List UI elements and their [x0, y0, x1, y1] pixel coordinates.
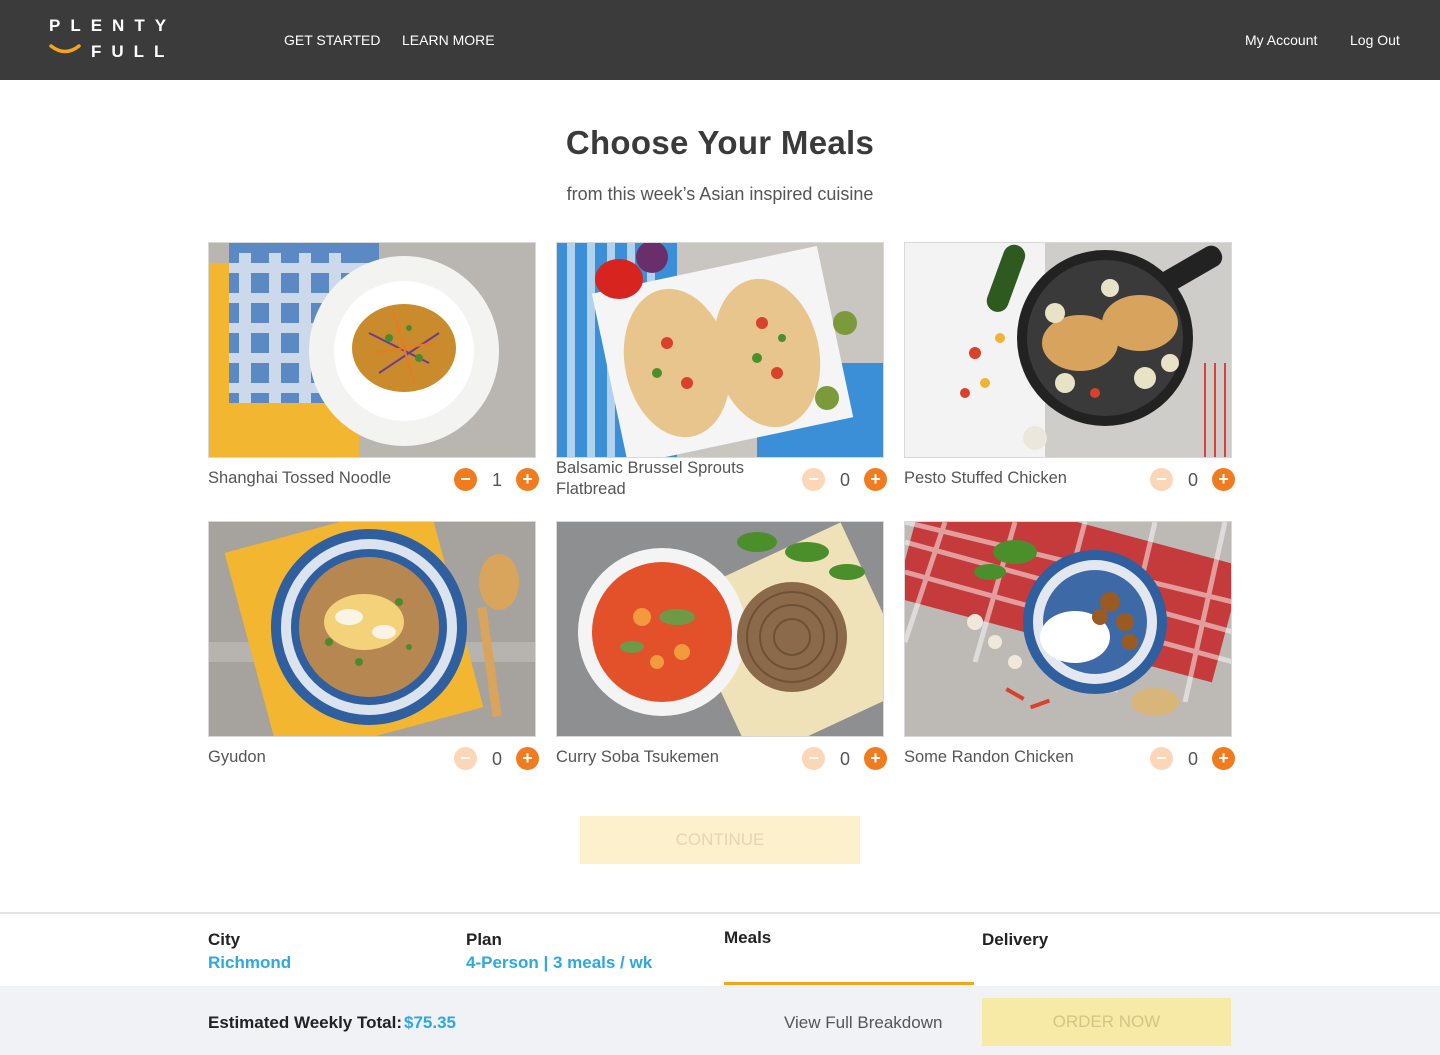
- logo-line-2: FULL: [91, 42, 175, 61]
- total-label: Estimated Weekly Total:: [208, 1013, 402, 1032]
- increment-button[interactable]: +: [864, 747, 887, 770]
- smile-icon: [49, 44, 81, 54]
- increment-button[interactable]: +: [864, 468, 887, 491]
- quantity-stepper: − 0 +: [802, 468, 892, 494]
- step-delivery[interactable]: Delivery: [982, 930, 1048, 950]
- step-city[interactable]: City Richmond: [208, 930, 291, 973]
- nav-learn-more[interactable]: LEARN MORE: [402, 32, 495, 48]
- quantity-stepper: − 0 +: [454, 747, 544, 773]
- increment-button[interactable]: +: [1212, 468, 1235, 491]
- active-step-indicator: [724, 982, 974, 985]
- logo[interactable]: PLENTY FULL: [49, 15, 169, 65]
- logo-line-1: PLENTY: [49, 16, 177, 35]
- meal-photo-flatbread[interactable]: [556, 242, 884, 458]
- order-now-button[interactable]: ORDER NOW: [982, 998, 1231, 1046]
- increment-button[interactable]: +: [516, 747, 539, 770]
- step-value: Richmond: [208, 953, 292, 972]
- order-progress-bar: City Richmond Plan 4-Person | 3 meals / …: [0, 912, 1440, 1055]
- summary-bar: Estimated Weekly Total: $75.35 View Full…: [0, 986, 1440, 1055]
- increment-button[interactable]: +: [1212, 747, 1235, 770]
- meal-photo-chicken[interactable]: [904, 521, 1232, 737]
- quantity-value: 1: [491, 470, 502, 490]
- quantity-value: 0: [1187, 470, 1198, 490]
- meal-name: Pesto Stuffed Chicken: [904, 469, 1067, 487]
- view-breakdown-link[interactable]: View Full Breakdown: [784, 1013, 942, 1033]
- decrement-button[interactable]: −: [1150, 468, 1173, 491]
- decrement-button[interactable]: −: [1150, 747, 1173, 770]
- quantity-stepper: − 0 +: [1150, 747, 1240, 773]
- meal-name: Some Randon Chicken: [904, 748, 1074, 766]
- continue-button[interactable]: CONTINUE: [580, 816, 860, 864]
- decrement-button[interactable]: −: [454, 468, 477, 491]
- increment-button[interactable]: +: [516, 468, 539, 491]
- quantity-value: 0: [491, 749, 502, 769]
- quantity-value: 0: [839, 749, 850, 769]
- decrement-button[interactable]: −: [802, 747, 825, 770]
- meal-card: Gyudon − 0 +: [208, 521, 539, 791]
- step-label: Delivery: [982, 930, 1049, 949]
- meal-name: Balsamic Brussel Sprouts Flatbread: [556, 459, 744, 498]
- decrement-button[interactable]: −: [454, 747, 477, 770]
- quantity-stepper: − 0 +: [802, 747, 892, 773]
- quantity-stepper: − 1 +: [454, 468, 544, 494]
- step-label: City: [208, 930, 241, 949]
- step-plan[interactable]: Plan 4-Person | 3 meals / wk: [466, 930, 652, 973]
- nav-get-started[interactable]: GET STARTED: [284, 32, 380, 48]
- step-meals[interactable]: Meals: [724, 928, 771, 948]
- meal-card: Curry Soba Tsukemen − 0 +: [556, 521, 887, 791]
- meal-card: Pesto Stuffed Chicken − 0 +: [904, 242, 1235, 512]
- nav-log-out[interactable]: Log Out: [1350, 32, 1400, 48]
- step-label: Plan: [466, 930, 502, 949]
- decrement-button[interactable]: −: [802, 468, 825, 491]
- meal-name: Curry Soba Tsukemen: [556, 748, 719, 766]
- meal-photo-noodle[interactable]: [208, 242, 536, 458]
- step-value: 4-Person | 3 meals / wk: [466, 953, 653, 972]
- quantity-stepper: − 0 +: [1150, 468, 1240, 494]
- meal-photo-curry-soba[interactable]: [556, 521, 884, 737]
- meal-card: Some Randon Chicken − 0 +: [904, 521, 1235, 791]
- meal-photo-pesto-chicken[interactable]: [904, 242, 1232, 458]
- quantity-value: 0: [1187, 749, 1198, 769]
- meal-name: Gyudon: [208, 748, 266, 766]
- quantity-value: 0: [839, 470, 850, 490]
- total-value: $75.35: [404, 1013, 456, 1032]
- meal-card: Shanghai Tossed Noodle − 1 +: [208, 242, 539, 512]
- meal-card: Balsamic Brussel Sprouts Flatbread − 0 +: [556, 242, 887, 512]
- page-title: Choose Your Meals: [565, 124, 875, 161]
- meal-name: Shanghai Tossed Noodle: [208, 469, 392, 487]
- top-navbar: PLENTY FULL GET STARTED LEARN MORE My Ac…: [0, 0, 1440, 80]
- nav-my-account[interactable]: My Account: [1245, 32, 1317, 48]
- page-subtitle: from this week’s Asian inspired cuisine: [566, 184, 874, 204]
- meal-photo-gyudon[interactable]: [208, 521, 536, 737]
- step-label: Meals: [724, 928, 772, 947]
